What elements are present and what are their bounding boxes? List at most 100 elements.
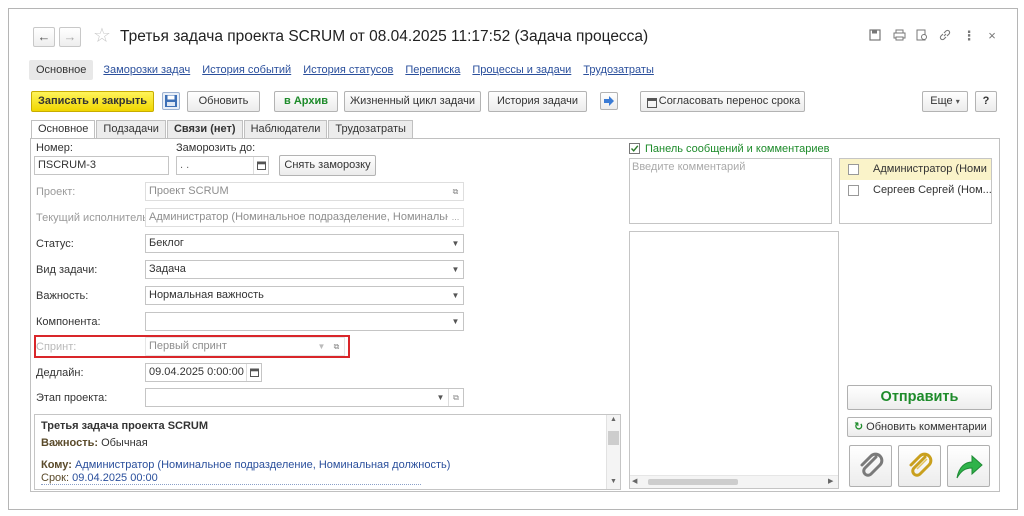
refresh-comments-button[interactable]: ↻ Обновить комментарии [847, 417, 992, 437]
refresh-comments-label: Обновить комментарии [866, 421, 987, 433]
open-icon[interactable]: ⧉ [448, 389, 463, 406]
section-correspondence[interactable]: Переписка [405, 64, 460, 76]
lifecycle-button[interactable]: Жизненный цикл задачи [344, 91, 481, 112]
tab-links[interactable]: Связи (нет) [166, 120, 243, 138]
description-to: Кому: Администратор (Номинальное подразд… [41, 459, 450, 471]
dropdown-icon[interactable]: ▼ [448, 313, 463, 330]
tab-labor[interactable]: Трудозатраты [328, 120, 413, 138]
next-arrow-icon[interactable] [600, 92, 618, 110]
recipient-name: Сергеев Сергей (Ном... [873, 184, 992, 196]
recipient-row[interactable]: Сергеев Сергей (Ном... [840, 180, 991, 201]
status-label: Статус: [36, 238, 74, 250]
executor-field[interactable]: Администратор (Номинальное подразделение… [145, 208, 464, 227]
section-processes[interactable]: Процессы и задачи [472, 64, 571, 76]
print-icon[interactable] [891, 29, 907, 44]
dropdown-icon[interactable]: ▼ [433, 389, 448, 406]
section-event-history[interactable]: История событий [202, 64, 291, 76]
executor-value: Администратор (Номинальное подразделение… [149, 211, 464, 223]
forward-button[interactable]: → [59, 27, 81, 47]
agree-transfer-label: Согласовать перенос срока [658, 95, 801, 107]
save-close-button[interactable]: Записать и закрыть [31, 91, 154, 112]
comments-panel-toggle[interactable]: Панель сообщений и комментариев [629, 143, 830, 155]
comment-input[interactable]: Введите комментарий [629, 158, 832, 224]
freeze-date-value: . . [180, 159, 190, 171]
section-labor[interactable]: Трудозатраты [583, 64, 654, 76]
open-icon[interactable]: ⧉ [448, 183, 463, 200]
scroll-thumb[interactable] [648, 479, 738, 485]
section-status-history[interactable]: История статусов [303, 64, 393, 76]
ellipsis-icon[interactable]: … [448, 209, 463, 226]
back-button[interactable]: ← [33, 27, 55, 47]
archive-button[interactable]: в Архив [274, 91, 338, 112]
refresh-button[interactable]: Обновить [187, 91, 260, 112]
dropdown-icon[interactable]: ▼ [448, 287, 463, 304]
deadline-value: 09.04.2025 0:00:00 [149, 366, 244, 378]
save-icon[interactable] [162, 92, 180, 110]
description-priority: Важность: Обычная [41, 437, 148, 449]
scroll-right-icon[interactable]: ▶ [828, 477, 833, 485]
unfreeze-button[interactable]: Снять заморозку [279, 155, 376, 176]
favorite-star-icon[interactable]: ☆ [93, 23, 111, 48]
priority-select[interactable]: Нормальная важность ▼ [145, 286, 464, 305]
freeze-date-field[interactable]: . . [176, 156, 269, 175]
calendar-icon [647, 96, 657, 115]
tab-observers[interactable]: Наблюдатели [243, 120, 328, 138]
description-to-label: Кому: [41, 459, 72, 471]
help-button[interactable]: ? [975, 91, 997, 112]
tab-main[interactable]: Основное [31, 120, 96, 139]
agree-transfer-button[interactable]: Согласовать перенос срока [640, 91, 805, 112]
recipient-name: Администратор (Номи [873, 163, 987, 175]
component-select[interactable]: ▼ [145, 312, 464, 331]
recipient-row[interactable]: Администратор (Номи [840, 159, 991, 180]
recipient-checkbox[interactable] [848, 164, 859, 175]
sections-nav: Основное Заморозки задач История событий… [29, 59, 666, 81]
messages-scrollbar[interactable]: ◀ ▶ [630, 475, 838, 488]
dropdown-icon[interactable]: ▼ [448, 261, 463, 278]
tab-subtasks[interactable]: Подзадачи [96, 120, 166, 138]
scroll-thumb[interactable] [608, 431, 619, 445]
type-select[interactable]: Задача ▼ [145, 260, 464, 279]
description-to-value[interactable]: Администратор (Номинальное подразделение… [75, 459, 450, 471]
stage-label: Этап проекта: [36, 392, 108, 404]
description-due-label: Срок: [41, 472, 70, 484]
send-button[interactable]: Отправить [847, 385, 992, 410]
recipient-checkbox[interactable] [848, 185, 859, 196]
save-disk-icon[interactable] [867, 29, 883, 44]
scroll-up-icon[interactable]: ▲ [607, 416, 620, 423]
more-label: Еще [930, 95, 953, 107]
deadline-field[interactable]: 09.04.2025 0:00:00 [145, 363, 262, 382]
number-field[interactable]: ПSCRUM-3 [34, 156, 169, 175]
attach-file-button[interactable] [898, 445, 941, 487]
task-window: ← → ☆ Третья задача проекта SCRUM от 08.… [8, 8, 1018, 510]
open-icon[interactable]: ⧉ [329, 338, 344, 355]
dropdown-icon[interactable]: ▼ [314, 338, 329, 355]
forward-button[interactable] [947, 445, 990, 487]
calendar-icon[interactable] [246, 364, 261, 381]
project-field[interactable]: Проект SCRUM ⧉ [145, 182, 464, 201]
tab-panel: Номер: ПSCRUM-3 Заморозить до: . . Снять… [30, 138, 1000, 492]
section-freezes[interactable]: Заморозки задач [103, 64, 190, 76]
sprint-field[interactable]: Первый спринт ▼ ⧉ [145, 337, 345, 356]
executor-label: Текущий исполнитель: [36, 212, 152, 224]
task-history-button[interactable]: История задачи [488, 91, 587, 112]
close-icon[interactable]: × [984, 28, 1000, 43]
stage-select[interactable]: ▼ ⧉ [145, 388, 464, 407]
description-panel: Третья задача проекта SCRUM Важность: Об… [34, 414, 621, 490]
description-due-value: 09.04.2025 00:00 [72, 472, 158, 484]
more-button[interactable]: Еще ▾ [922, 91, 968, 112]
panel-checkbox[interactable] [629, 143, 640, 154]
attach-button[interactable] [849, 445, 892, 487]
dropdown-icon[interactable]: ▼ [448, 235, 463, 252]
scroll-down-icon[interactable]: ▼ [607, 478, 620, 485]
description-scrollbar[interactable]: ▲ ▼ [606, 415, 620, 489]
status-select[interactable]: Беклог ▼ [145, 234, 464, 253]
calendar-icon[interactable] [253, 157, 268, 174]
link-icon[interactable] [937, 29, 953, 44]
scroll-left-icon[interactable]: ◀ [632, 477, 637, 485]
priority-label: Важность: [36, 290, 89, 302]
sprint-value: Первый спринт [149, 340, 227, 352]
messages-area: ◀ ▶ [629, 231, 839, 489]
preview-icon[interactable] [914, 29, 930, 44]
section-main[interactable]: Основное [29, 60, 94, 80]
more-menu-icon[interactable]: ⋮ [961, 28, 977, 44]
